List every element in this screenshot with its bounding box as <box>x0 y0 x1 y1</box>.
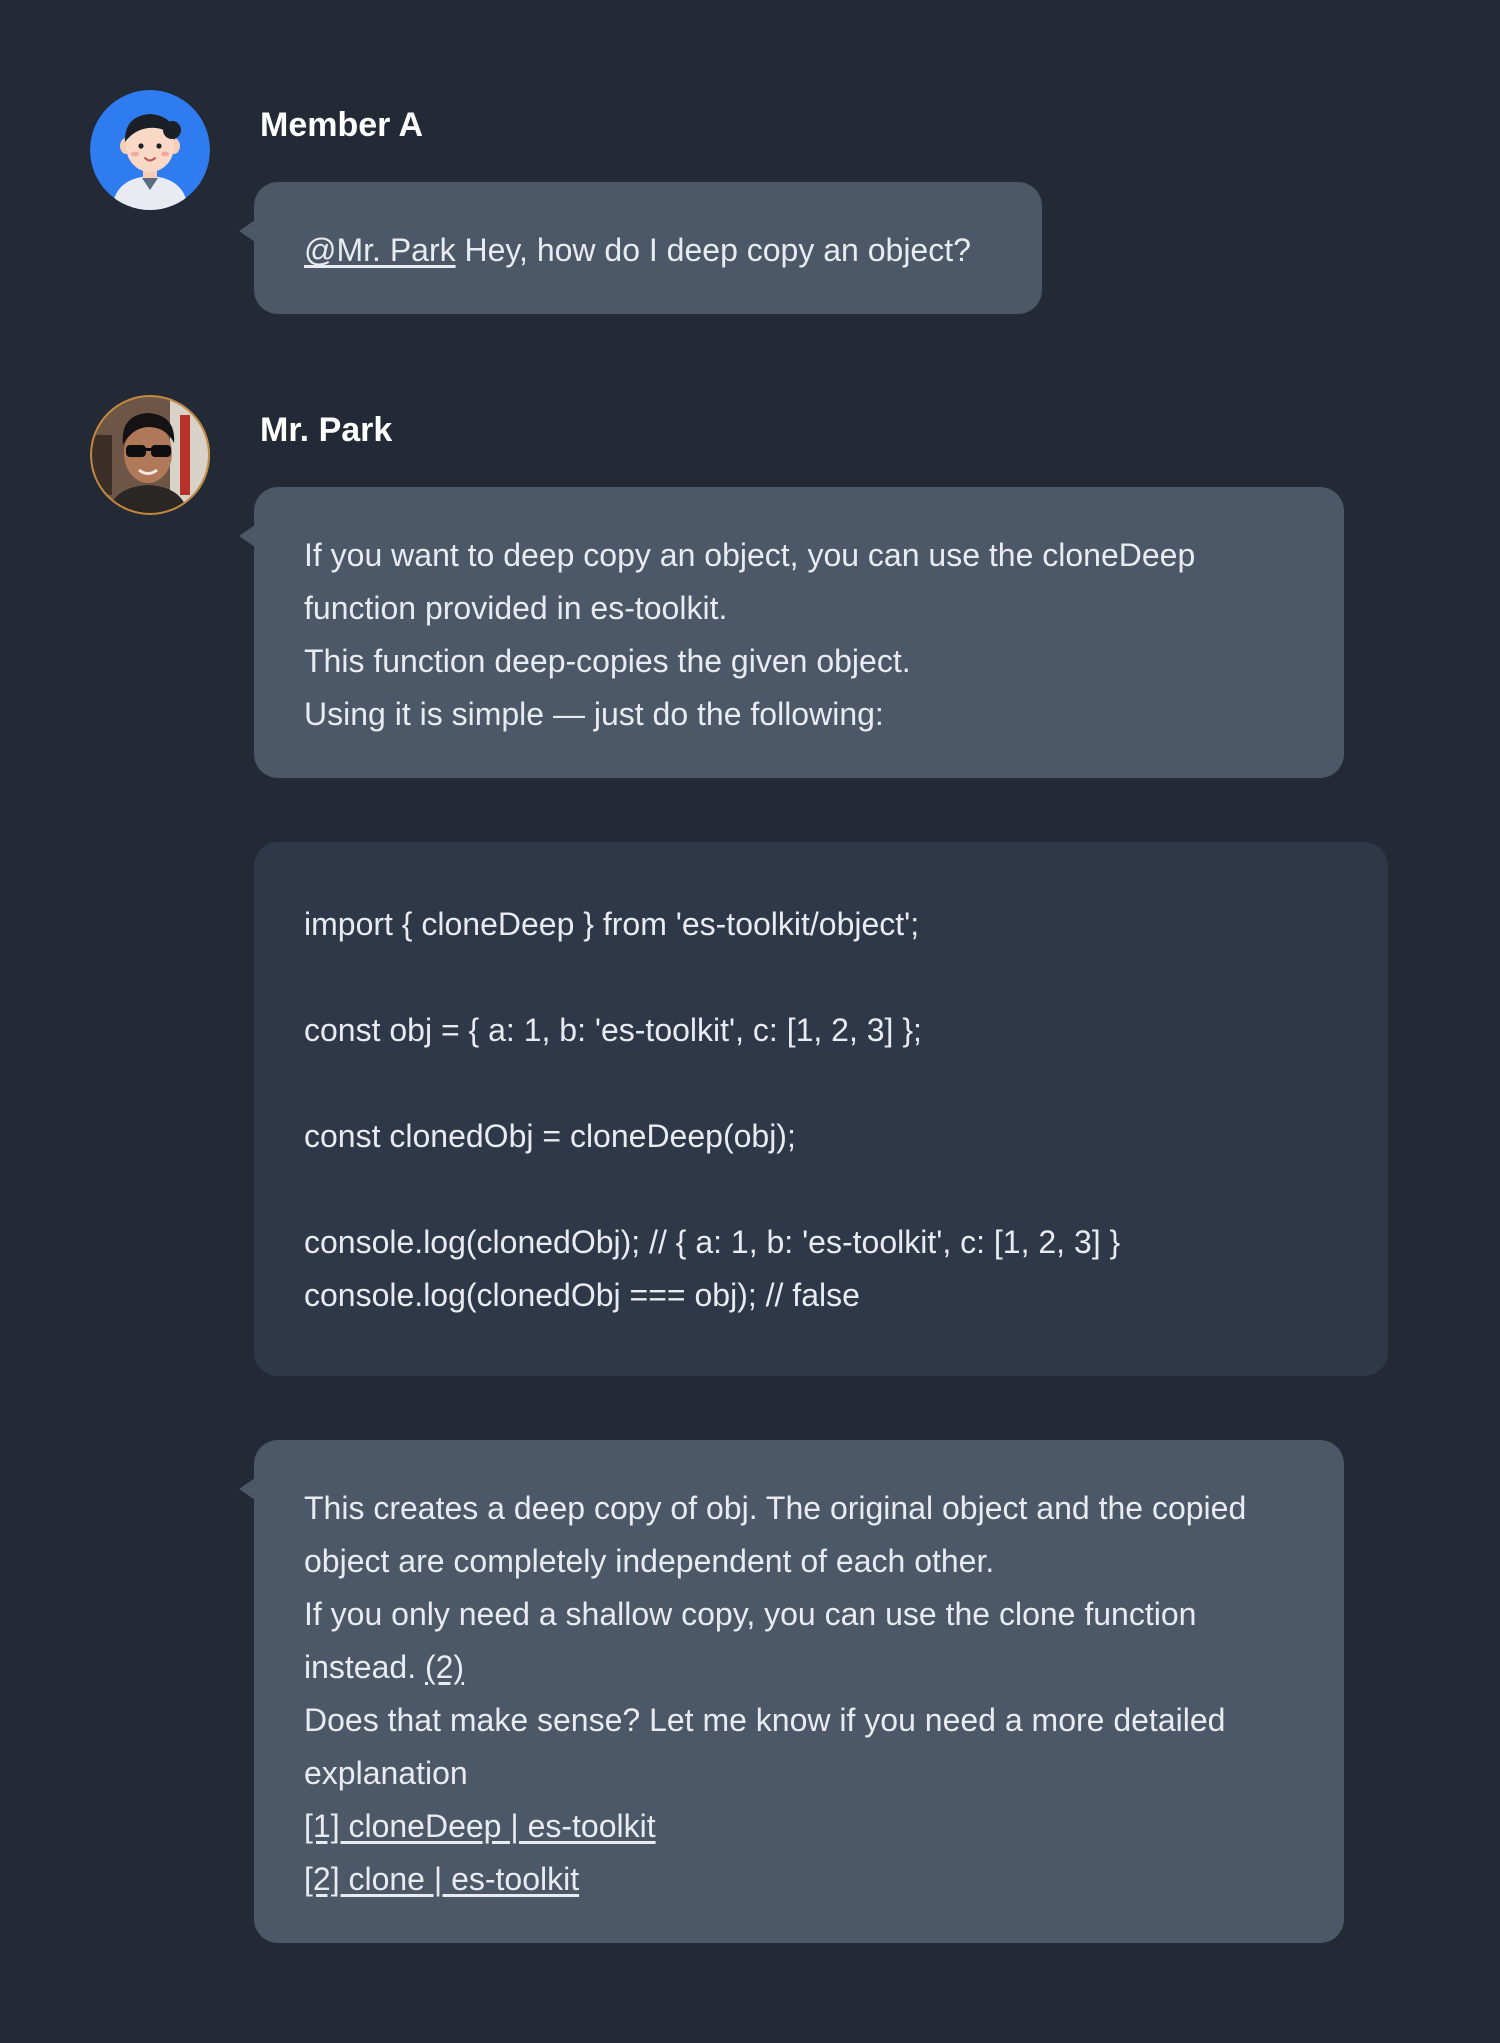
reference-link-clonedeep[interactable]: [1] cloneDeep | es-toolkit <box>304 1808 656 1844</box>
sender-name: Member A <box>260 106 424 144</box>
message-bubble: If you want to deep copy an object, you … <box>239 487 1344 778</box>
message-line: explanation <box>304 1755 468 1791</box>
message-line: Using it is simple — just do the followi… <box>304 696 884 732</box>
sender-name: Mr. Park <box>260 411 393 449</box>
reference-link-clone[interactable]: [2] clone | es-toolkit <box>304 1861 579 1897</box>
code-block[interactable]: import { cloneDeep } from 'es-toolkit/ob… <box>254 842 1388 1376</box>
code-line: console.log(clonedObj); // { a: 1, b: 'e… <box>304 1224 1121 1260</box>
message-line: object are completely independent of eac… <box>304 1543 995 1579</box>
footnote-ref-link[interactable]: (2) <box>425 1649 464 1685</box>
message-line: If you only need a shallow copy, you can… <box>304 1596 1197 1632</box>
code-line: const clonedObj = cloneDeep(obj); <box>304 1118 796 1154</box>
message-text: instead. <box>304 1649 425 1685</box>
message-line: [1] cloneDeep | es-toolkit <box>304 1800 1294 1853</box>
photo-avatar-sunglasses-icon <box>90 395 210 515</box>
mention-link[interactable]: @Mr. Park <box>304 232 456 268</box>
code-line: console.log(clonedObj === obj); // false <box>304 1277 860 1313</box>
message-line: function provided in es-toolkit. <box>304 590 728 626</box>
message-text: @Mr. Park Hey, how do I deep copy an obj… <box>304 224 992 277</box>
message-line: instead. (2) <box>304 1641 1294 1694</box>
mr-park-avatar[interactable] <box>90 395 210 515</box>
message-line: This creates a deep copy of obj. The ori… <box>304 1490 1247 1526</box>
code-line: import { cloneDeep } from 'es-toolkit/ob… <box>304 906 920 942</box>
member-a-avatar[interactable] <box>90 90 210 210</box>
message-line: If you want to deep copy an object, you … <box>304 537 1196 573</box>
message-bubble: This creates a deep copy of obj. The ori… <box>239 1440 1344 1943</box>
message-body: Hey, how do I deep copy an object? <box>455 232 971 268</box>
message-line: This function deep-copies the given obje… <box>304 643 911 679</box>
code-line: const obj = { a: 1, b: 'es-toolkit', c: … <box>304 1012 922 1048</box>
message-line: [2] clone | es-toolkit <box>304 1853 1294 1906</box>
message-bubble: @Mr. Park Hey, how do I deep copy an obj… <box>239 182 1042 314</box>
message-line: Does that make sense? Let me know if you… <box>304 1702 1226 1738</box>
cartoon-person-avatar-icon <box>90 90 210 210</box>
